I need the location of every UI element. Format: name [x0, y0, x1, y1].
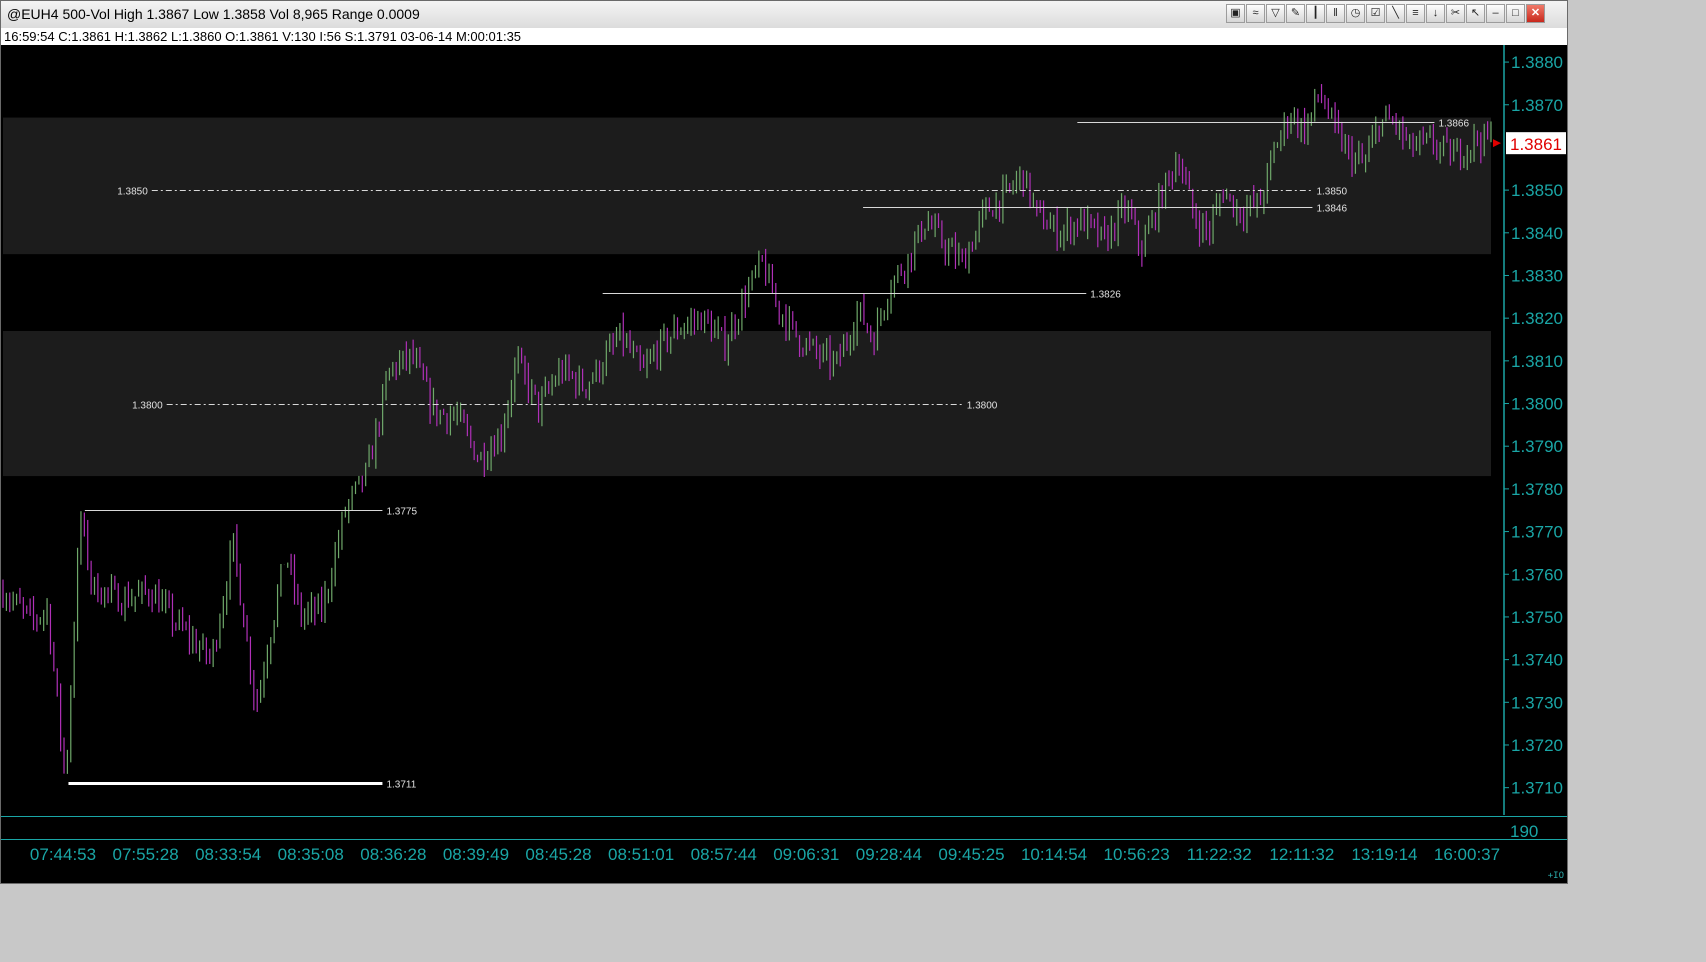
time-label: 08:39:49 [443, 845, 509, 864]
price-tick-label: 1.3800 [1511, 395, 1563, 414]
ohlc-readout: 16:59:54 C:1.3861 H:1.3862 L:1.3860 O:1.… [4, 29, 522, 44]
level-label-left-1.3850: 1.3850 [117, 187, 148, 198]
chart-type-icon[interactable]: ▣ [1226, 4, 1245, 23]
time-label: 10:56:23 [1104, 845, 1170, 864]
price-tick-label: 1.3790 [1511, 437, 1563, 456]
time-label: 07:55:28 [112, 845, 178, 864]
price-tick-label: 1.3710 [1511, 779, 1563, 798]
volume-scale-label: 190 [1510, 822, 1538, 841]
cursor-icon[interactable]: ↖ [1466, 4, 1485, 23]
level-label-left-1.3800: 1.3800 [132, 401, 163, 412]
checklist-icon[interactable]: ☑ [1366, 4, 1385, 23]
time-label: 13:19:14 [1351, 845, 1417, 864]
price-tick-label: 1.3770 [1511, 523, 1563, 542]
arrow-down-icon[interactable]: ↓ [1426, 4, 1445, 23]
level-label-1.3826: 1.3826 [1090, 290, 1121, 301]
trash-icon[interactable]: ✂ [1446, 4, 1465, 23]
time-label: 08:45:28 [525, 845, 591, 864]
bar-style-icon[interactable]: ┃ [1306, 4, 1325, 23]
price-chart[interactable]: 1.3866 1.3850 1.3850 1.3846 1.3826 1.3800 1.38… [1, 45, 1567, 883]
time-label: 08:33:54 [195, 845, 261, 864]
time-label: 12:11:32 [1269, 845, 1334, 864]
time-label: 09:06:31 [773, 845, 839, 864]
price-tick-label: 1.3830 [1511, 266, 1563, 285]
time-label: 10:14:54 [1021, 845, 1087, 864]
clock-icon[interactable]: ◷ [1346, 4, 1365, 23]
price-tick-label: 1.3870 [1511, 96, 1563, 115]
chart-window[interactable]: @EUH4 500-Vol High 1.3867 Low 1.3858 Vol… [0, 0, 1568, 884]
level-label-1.3846: 1.3846 [1316, 204, 1347, 215]
time-label: 09:28:44 [856, 845, 922, 864]
minimize-icon[interactable]: – [1486, 4, 1505, 23]
scale-corner-label: +IO [1547, 871, 1564, 881]
price-tick-label: 1.3850 [1511, 181, 1563, 200]
last-price-label: 1.3861 [1510, 135, 1562, 154]
price-tick-label: 1.3740 [1511, 651, 1563, 670]
price-tick-label: 1.3780 [1511, 480, 1563, 499]
price-tick-label: 1.3730 [1511, 693, 1563, 712]
level-label-1.3800: 1.3800 [967, 401, 998, 412]
price-tick-label: 1.3840 [1511, 224, 1563, 243]
level-label-1.3775: 1.3775 [386, 507, 417, 518]
title-bar[interactable]: @EUH4 500-Vol High 1.3867 Low 1.3858 Vol… [1, 1, 1567, 29]
toolbar: ▣ ≈ ▽ ✎ ┃ ‖ ◷ ☑ ╲ ≡ ↓ ✂ ↖ – □ ✕ [1226, 4, 1545, 23]
time-label: 08:51:01 [608, 845, 674, 864]
price-tick-label: 1.3820 [1511, 309, 1563, 328]
pencil-icon[interactable]: ✎ [1286, 4, 1305, 23]
time-label: 09:45:25 [938, 845, 1004, 864]
close-icon[interactable]: ✕ [1526, 4, 1545, 23]
time-label: 07:44:53 [30, 845, 96, 864]
price-tick-label: 1.3750 [1511, 608, 1563, 627]
time-label: 08:35:08 [278, 845, 344, 864]
time-label: 08:36:28 [360, 845, 426, 864]
candle-icon[interactable]: ‖ [1326, 4, 1345, 23]
price-tick-label: 1.3880 [1511, 53, 1563, 72]
price-tick-label: 1.3720 [1511, 736, 1563, 755]
maximize-icon[interactable]: □ [1506, 4, 1525, 23]
drawing-line-icon[interactable]: ╲ [1386, 4, 1405, 23]
fibonacci-icon[interactable]: ≡ [1406, 4, 1425, 23]
sr-zone-2 [3, 330, 1491, 477]
level-label-1.3866: 1.3866 [1438, 119, 1469, 130]
level-label-1.3711: 1.3711 [386, 780, 416, 791]
data-readout-bar: 16:59:54 C:1.3861 H:1.3862 L:1.3860 O:1.… [1, 28, 1567, 46]
time-label: 08:57:44 [691, 845, 757, 864]
window-title: @EUH4 500-Vol High 1.3867 Low 1.3858 Vol… [7, 6, 420, 22]
time-label: 11:22:32 [1187, 845, 1252, 864]
price-tick-label: 1.3810 [1511, 352, 1563, 371]
time-label: 16:00:37 [1434, 845, 1500, 864]
level-label-1.3850: 1.3850 [1316, 187, 1347, 198]
price-tick-label: 1.3760 [1511, 565, 1563, 584]
indicator-icon[interactable]: ≈ [1246, 4, 1265, 23]
funnel-icon[interactable]: ▽ [1266, 4, 1285, 23]
